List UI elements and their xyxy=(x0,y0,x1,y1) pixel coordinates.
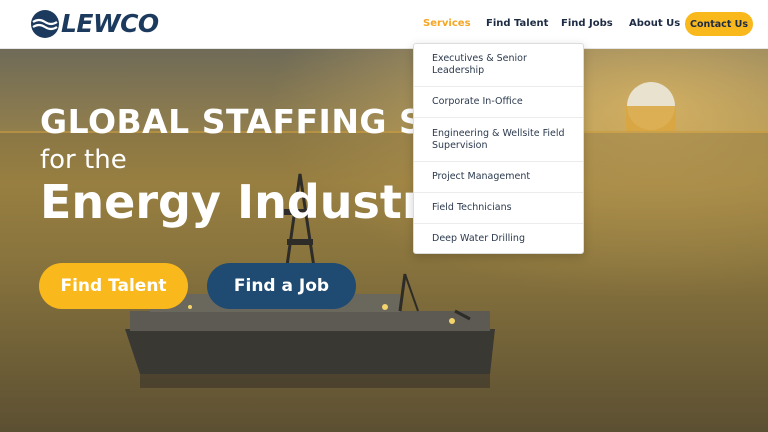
services-dropdown-menu: Executives & Senior Leadership Corporate… xyxy=(413,43,584,254)
nav-find-jobs[interactable]: Find Jobs xyxy=(561,18,613,29)
menu-item-corporate[interactable]: Corporate In-Office xyxy=(414,87,583,118)
menu-item-executives[interactable]: Executives & Senior Leadership xyxy=(414,44,583,87)
find-talent-button[interactable]: Find Talent xyxy=(39,263,188,309)
nav-about-us[interactable]: About Us xyxy=(629,18,680,29)
find-a-job-button[interactable]: Find a Job xyxy=(207,263,356,309)
menu-item-project-management[interactable]: Project Management xyxy=(414,162,583,193)
hero-section: GLOBAL STAFFING SOL for the Energy Indus… xyxy=(0,49,768,432)
lewco-logo[interactable]: LEWCO xyxy=(30,8,159,40)
menu-item-field-technicians[interactable]: Field Technicians xyxy=(414,193,583,224)
contact-us-button[interactable]: Contact Us xyxy=(685,12,753,36)
hero-title-line-1: GLOBAL STAFFING SOL xyxy=(40,102,474,141)
logo-wave-icon xyxy=(31,10,59,38)
site-header: LEWCO Services Find Talent Find Jobs Abo… xyxy=(0,0,768,49)
hero-title-line-2: for the xyxy=(40,145,127,175)
menu-item-deep-water-drilling[interactable]: Deep Water Drilling xyxy=(414,224,583,254)
logo-text: LEWCO xyxy=(61,9,159,38)
hero-title-line-3: Energy Industr xyxy=(40,175,425,229)
nav-find-talent[interactable]: Find Talent xyxy=(486,18,548,29)
menu-item-engineering[interactable]: Engineering & Wellsite Field Supervision xyxy=(414,118,583,162)
nav-services[interactable]: Services xyxy=(423,18,471,29)
